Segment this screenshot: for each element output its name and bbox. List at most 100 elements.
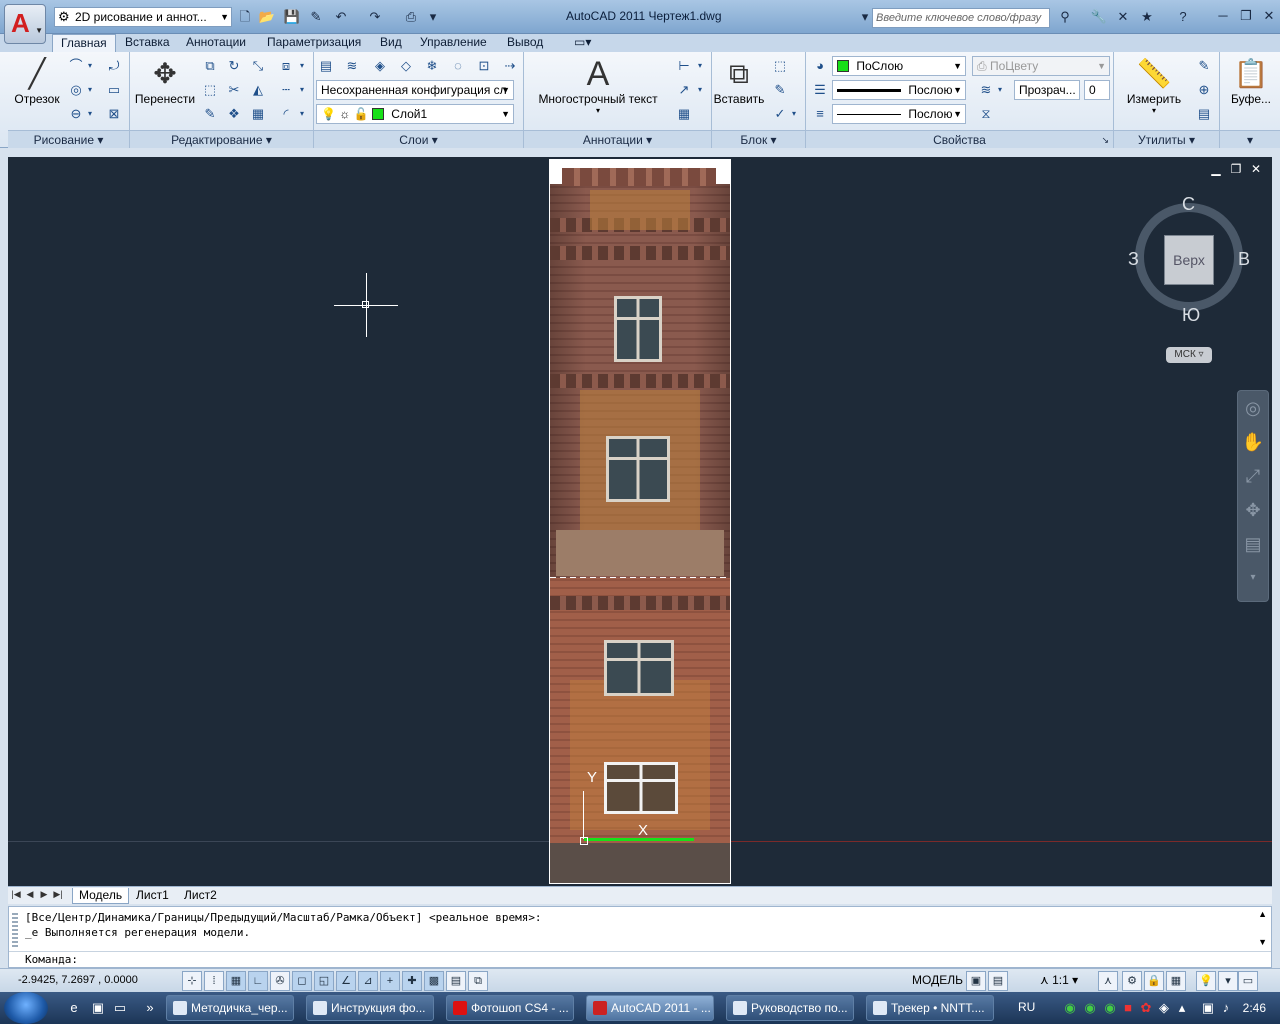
- taskbar-app-1[interactable]: Методичка_чер...: [166, 995, 294, 1021]
- save-as-icon[interactable]: ✎: [307, 8, 325, 26]
- 3d-object-snap-icon[interactable]: ◱: [314, 971, 334, 991]
- object-snap-tracking-icon[interactable]: ∠: [336, 971, 356, 991]
- exchange-icon[interactable]: ✕: [1114, 8, 1132, 26]
- scroll-up-icon[interactable]: ▲: [1258, 909, 1267, 919]
- break-icon[interactable]: ┄: [276, 80, 296, 100]
- tray-app-icon[interactable]: ◈: [1156, 1000, 1172, 1016]
- transparency-value-input[interactable]: 0: [1084, 80, 1110, 100]
- trim-icon[interactable]: ✂: [224, 80, 244, 100]
- tab-home[interactable]: Главная: [52, 34, 116, 52]
- layer-properties-icon[interactable]: ▤: [316, 56, 336, 76]
- layer-off-icon[interactable]: ◌: [448, 56, 468, 76]
- polyline-icon[interactable]: ⌒: [66, 56, 86, 76]
- tray-app-icon[interactable]: ◉: [1082, 1000, 1098, 1016]
- attribute-icon[interactable]: ✓: [770, 104, 790, 124]
- grid-display-icon[interactable]: ▦: [226, 971, 246, 991]
- viewcube[interactable]: Верх С Ю В З: [1128, 194, 1250, 325]
- list-properties-icon[interactable]: ⧖: [976, 104, 996, 124]
- steering-wheel-icon[interactable]: ◎: [1238, 391, 1268, 425]
- panel-draw-title[interactable]: Рисование ▾: [8, 130, 129, 148]
- select-all-icon[interactable]: ⊕: [1194, 80, 1214, 100]
- chevron-down-icon[interactable]: ▾: [1238, 561, 1268, 595]
- list-icon[interactable]: ≋: [976, 80, 996, 100]
- ucs-menu-button[interactable]: МСК ▿: [1166, 347, 1212, 363]
- building-facade-image[interactable]: [549, 159, 731, 884]
- hardware-acceleration-icon[interactable]: ▦: [1166, 971, 1186, 991]
- leader-icon[interactable]: ↗: [674, 80, 694, 100]
- chevron-down-icon[interactable]: ▾: [694, 80, 706, 100]
- prev-tab-icon[interactable]: ◀: [24, 889, 36, 900]
- chevron-down-icon[interactable]: ▾: [788, 104, 800, 124]
- explode-icon[interactable]: ❖: [224, 104, 244, 124]
- transparency-combo[interactable]: Прозрач...: [1014, 80, 1080, 100]
- chevron-down-icon[interactable]: ▾: [84, 80, 96, 100]
- orbit-icon[interactable]: ✥: [1238, 493, 1268, 527]
- open-folder-icon[interactable]: 📂: [258, 8, 276, 26]
- quick-view-layouts-icon[interactable]: ▣: [966, 971, 986, 991]
- next-tab-icon[interactable]: ▶: [38, 889, 50, 900]
- language-indicator[interactable]: RU: [1018, 1000, 1035, 1014]
- workspace-switching-icon[interactable]: ⚙: [1122, 971, 1142, 991]
- quick-view-drawings-icon[interactable]: ▤: [988, 971, 1008, 991]
- compass-south[interactable]: Ю: [1182, 305, 1200, 326]
- save-icon[interactable]: 💾: [283, 8, 301, 26]
- rectangle-icon[interactable]: ▭: [104, 80, 124, 100]
- tab-insert[interactable]: Вставка: [117, 34, 178, 52]
- restore-icon[interactable]: ❐: [1235, 6, 1257, 26]
- undo-icon[interactable]: ↶: [332, 8, 350, 26]
- object-snap-icon[interactable]: ◻: [292, 971, 312, 991]
- linetype-combo[interactable]: Послою ▼: [832, 104, 966, 124]
- binoculars-icon[interactable]: ⚲: [1056, 8, 1074, 26]
- rotate-icon[interactable]: ↻: [224, 56, 244, 76]
- panel-modify-title[interactable]: Редактирование ▾: [130, 130, 313, 148]
- compass-north[interactable]: С: [1182, 194, 1195, 215]
- circle-icon[interactable]: ◎: [66, 80, 86, 100]
- layer-isolate-icon[interactable]: ◈: [370, 56, 390, 76]
- taskbar-app-2[interactable]: Инструкция фо...: [306, 995, 434, 1021]
- annotation-visibility-icon[interactable]: ⋏: [1098, 971, 1118, 991]
- close-icon[interactable]: ✕: [1258, 6, 1280, 26]
- command-grip[interactable]: [12, 911, 18, 947]
- chevron-down-icon[interactable]: ▾: [694, 56, 706, 76]
- annotation-scale[interactable]: ⋏ 1:1 ▾: [1040, 973, 1078, 987]
- chevron-down-icon[interactable]: ▾: [296, 56, 308, 76]
- layer-state-combo[interactable]: Несохраненная конфигурация сл ▼: [316, 80, 514, 100]
- layer-unisolate-icon[interactable]: ◇: [396, 56, 416, 76]
- application-menu-button[interactable]: A ▼: [4, 4, 46, 44]
- scale-icon[interactable]: ⤡: [248, 56, 268, 76]
- tray-expand-icon[interactable]: ▴: [1174, 1000, 1190, 1016]
- ribbon-minimize-icon[interactable]: ▭▾: [566, 34, 599, 52]
- dialog-launcher-icon[interactable]: ↘: [1101, 131, 1109, 149]
- tray-app-icon[interactable]: ◉: [1102, 1000, 1118, 1016]
- redo-icon[interactable]: ↷: [366, 8, 384, 26]
- last-tab-icon[interactable]: ▶|: [52, 889, 64, 900]
- clean-screen-icon[interactable]: ▭: [1238, 971, 1258, 991]
- ie-icon[interactable]: e: [66, 1000, 82, 1016]
- compass-east[interactable]: В: [1238, 249, 1250, 270]
- print-icon[interactable]: ⎙: [402, 8, 420, 26]
- array-icon[interactable]: ⧈: [276, 56, 296, 76]
- viewport-minimize-icon[interactable]: ▁: [1208, 162, 1224, 176]
- infer-constraints-icon[interactable]: ⊹: [182, 971, 202, 991]
- tools-icon[interactable]: 🔧: [1090, 8, 1108, 26]
- selection-cycling-icon[interactable]: ⧉: [468, 971, 488, 991]
- quick-select-icon[interactable]: ✎: [1194, 56, 1214, 76]
- tray-app-icon[interactable]: ■: [1120, 1000, 1136, 1016]
- workspace-combo[interactable]: ⚙ 2D рисование и аннот... ▼: [54, 7, 232, 27]
- tab-layout1[interactable]: Лист1: [130, 888, 175, 904]
- chevron-down-icon[interactable]: ▾: [84, 104, 96, 124]
- tray-app-icon[interactable]: ✿: [1138, 1000, 1154, 1016]
- tray-app-icon[interactable]: ◉: [1062, 1000, 1078, 1016]
- copy-icon[interactable]: ⧉: [200, 56, 220, 76]
- switch-windows-icon[interactable]: ▭: [112, 1000, 128, 1016]
- drawing-canvas[interactable]: ▁ ❐ ✕ Y X Верх С Ю В З МСК ▿ ◎ ✋ ⤢ ✥ ▤ ▾: [8, 157, 1272, 886]
- lineweight-toggle-icon[interactable]: ✚: [402, 971, 422, 991]
- command-input[interactable]: Команда:: [9, 951, 1271, 968]
- measure-button[interactable]: 📏 Измерить ▾: [1118, 56, 1190, 115]
- arc-icon[interactable]: ⤾: [104, 56, 124, 76]
- mtext-button[interactable]: A Многострочный текст ▾: [532, 56, 664, 115]
- chevron-down-icon[interactable]: ▾: [296, 80, 308, 100]
- chevron-down-icon[interactable]: ▾: [296, 104, 308, 124]
- pan-hand-icon[interactable]: ✋: [1238, 425, 1268, 459]
- minimize-icon[interactable]: ─: [1212, 6, 1234, 26]
